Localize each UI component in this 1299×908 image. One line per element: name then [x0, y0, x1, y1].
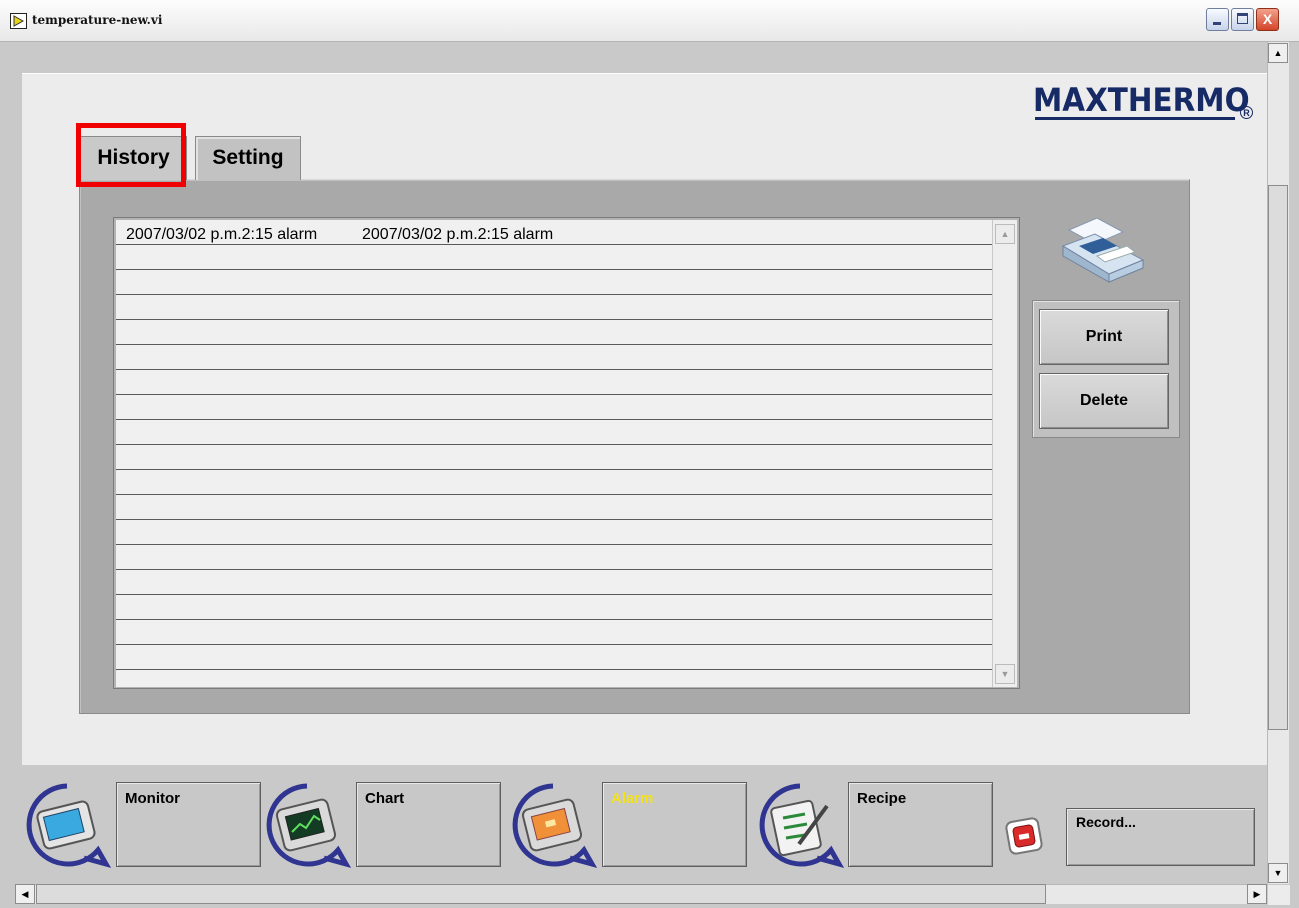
history-row[interactable] [116, 570, 992, 595]
list-scroll-down-button[interactable]: ▼ [995, 664, 1015, 684]
history-row[interactable] [116, 620, 992, 645]
history-row[interactable] [116, 245, 992, 270]
print-button[interactable]: Print [1039, 309, 1169, 365]
history-row[interactable]: 2007/03/02 p.m.2:15 alarm 2007/03/02 p.m.… [116, 220, 992, 245]
history-row[interactable] [116, 295, 992, 320]
history-list-scrollbar[interactable] [992, 220, 1017, 687]
recipe-button[interactable]: Recipe [848, 782, 993, 867]
recipe-icon[interactable] [755, 780, 845, 870]
history-list-rows[interactable]: 2007/03/02 p.m.2:15 alarm 2007/03/02 p.m.… [116, 220, 992, 687]
close-icon: X [1262, 11, 1273, 27]
history-row[interactable] [116, 420, 992, 445]
tab-highlight-box [76, 123, 186, 187]
history-row[interactable] [116, 670, 992, 687]
history-row[interactable] [116, 495, 992, 520]
history-row[interactable] [116, 595, 992, 620]
chart-icon[interactable] [262, 780, 352, 870]
minimize-icon [1213, 22, 1221, 25]
record-button[interactable]: Record... [1066, 808, 1255, 866]
printer-icon [1061, 217, 1145, 283]
maximize-icon [1237, 13, 1248, 24]
tab-setting[interactable]: Setting [195, 136, 301, 180]
window-scroll-left-button[interactable]: ◀ [15, 884, 35, 904]
history-row[interactable] [116, 545, 992, 570]
window-vertical-scroll-thumb[interactable] [1268, 185, 1288, 730]
chart-button[interactable]: Chart [356, 782, 501, 867]
history-row[interactable] [116, 645, 992, 670]
monitor-button[interactable]: Monitor [116, 782, 261, 867]
monitor-icon[interactable] [22, 780, 112, 870]
labview-app-icon[interactable] [10, 13, 27, 29]
window-title: temperature-new.vi [32, 13, 163, 27]
close-button[interactable]: X [1256, 8, 1279, 31]
minimize-button[interactable] [1206, 8, 1229, 31]
alarm-button[interactable]: Alarm [602, 782, 747, 867]
maximize-button[interactable] [1231, 8, 1254, 31]
window-scroll-up-button[interactable]: ▲ [1268, 43, 1288, 63]
logo-underline [1035, 117, 1235, 120]
history-row[interactable] [116, 470, 992, 495]
history-row[interactable] [116, 520, 992, 545]
maxthermo-logo: MAXTHERMO [1033, 81, 1250, 119]
alarm-icon[interactable] [508, 780, 598, 870]
window-titlebar: temperature-new.vi X [0, 0, 1299, 42]
history-row[interactable] [116, 345, 992, 370]
history-row[interactable] [116, 370, 992, 395]
delete-button[interactable]: Delete [1039, 373, 1169, 429]
history-row[interactable] [116, 270, 992, 295]
list-scroll-up-button[interactable]: ▲ [995, 224, 1015, 244]
stop-record-icon[interactable] [1003, 814, 1045, 858]
window-scroll-right-button[interactable]: ▶ [1247, 884, 1267, 904]
history-row[interactable] [116, 320, 992, 345]
resize-grip-icon[interactable] [1268, 885, 1290, 905]
history-row[interactable] [116, 395, 992, 420]
history-row[interactable] [116, 445, 992, 470]
window-scroll-down-button[interactable]: ▼ [1268, 863, 1288, 883]
registered-mark: R [1240, 106, 1253, 119]
window-horizontal-scroll-thumb[interactable] [36, 884, 1046, 904]
